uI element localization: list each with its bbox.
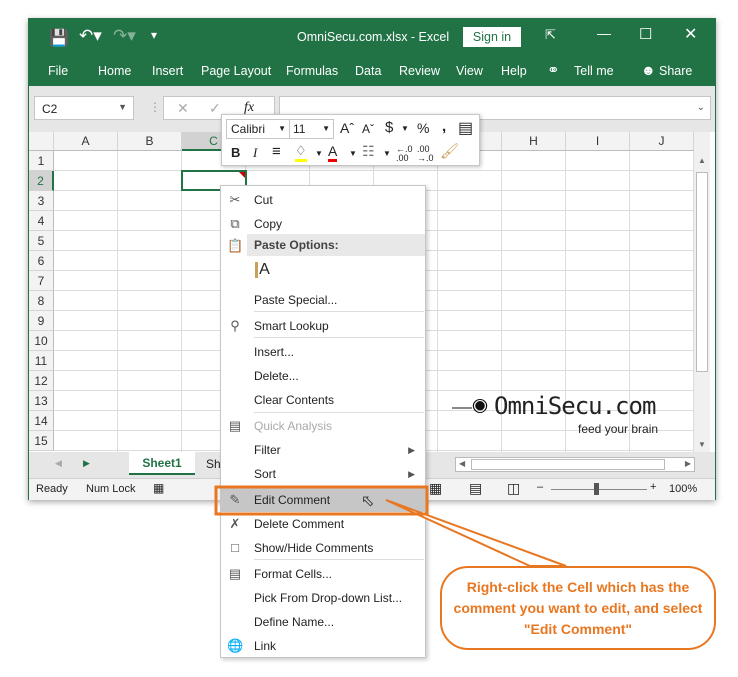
callout-pointer-shape	[385, 499, 567, 567]
callout-bubble: Right-click the Cell which has the comme…	[440, 566, 716, 650]
callout-text: Right-click the Cell which has the comme…	[453, 579, 703, 637]
highlight-box	[214, 485, 429, 516]
